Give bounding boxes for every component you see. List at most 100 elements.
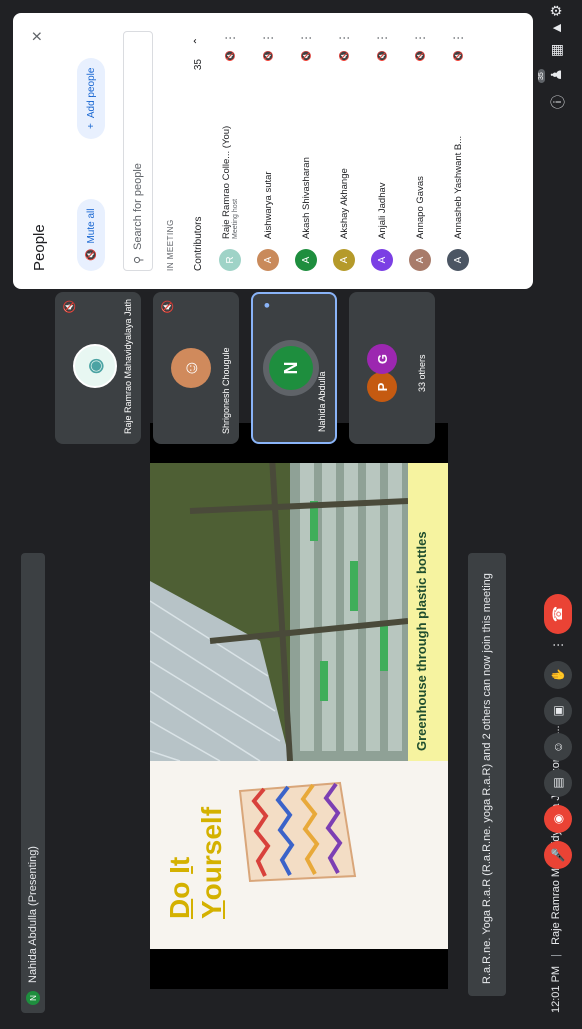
mute-icon: 🔇 (85, 248, 97, 261)
more-icon[interactable]: ⋮ (337, 31, 351, 45)
search-icon: ⚲ (132, 255, 145, 264)
avatar: G (367, 344, 397, 374)
present-button[interactable]: ▣ (544, 697, 572, 725)
info-icon[interactable]: ⓘ (548, 95, 568, 109)
list-item[interactable]: A Annasheb Yashwant B... 🔇 ⋮ (443, 31, 473, 271)
contributors-count: 35 (192, 59, 204, 71)
participant-name: Raje Ramrao Colle... (You) (221, 125, 232, 239)
end-call-icon: ☎ (550, 605, 565, 623)
search-input[interactable]: ⚲ Search for people (123, 31, 153, 271)
join-notification: R.a.R.ne. Yoga R.a.R (R.a.R.ne. yoga R.a… (468, 553, 506, 996)
mic-off-icon: 🔇 (162, 300, 174, 314)
diy-title: Do It Yourself (164, 806, 227, 919)
presentation-slide: Do It Yourself Greenhouse through plasti… (150, 423, 448, 989)
participant-name: Anjali Jadhav (376, 182, 388, 239)
mic-off-icon: 🔇 (376, 50, 387, 62)
slide-letterbox-left (150, 949, 448, 989)
participant-name: Annasheb Yashwant B... (452, 135, 464, 239)
meet-window: N Nahida Abdulla (Presenting) Do It Your… (0, 0, 582, 1029)
close-icon[interactable]: × (27, 31, 48, 42)
panel-title: People (31, 224, 48, 271)
participant-name: Nahida Abdulla (317, 371, 327, 432)
others-tile[interactable]: P G 33 others (349, 292, 435, 444)
participant-role: Meeting host (232, 198, 239, 239)
raise-hand-button[interactable]: ✋ (544, 661, 572, 689)
avatar: A (333, 249, 355, 271)
participant-name: Raje Ramrao Mahavidyalaya Jath (123, 298, 133, 434)
mic-off-icon: 🔇 (64, 300, 76, 314)
list-item[interactable]: A Anjali Jadhav 🔇 ⋮ (367, 31, 397, 271)
participant-tile[interactable]: 🔇 ◉ Raje Ramrao Mahavidyalaya Jath (55, 292, 141, 444)
hand-icon: ✋ (551, 667, 565, 683)
list-item[interactable]: A Akshay Akhange 🔇 ⋮ (329, 31, 359, 271)
avatar: A (257, 249, 279, 271)
mic-off-icon: 🔇 (338, 50, 349, 62)
participant-name: Akshay Akhange (338, 168, 350, 239)
present-icon: ▣ (551, 705, 565, 717)
captions-icon: ▤ (551, 777, 565, 789)
avatar: ☺ (171, 348, 211, 388)
presenter-label: Nahida Abdulla (Presenting) (27, 846, 39, 983)
avatar: A (295, 249, 317, 271)
mic-toggle-button[interactable]: 🎤 (544, 841, 572, 869)
people-panel: People × 🔇 Mute all + Add people ⚲ Searc… (13, 13, 533, 289)
list-item[interactable]: A Akash Shivasharan 🔇 ⋮ (291, 31, 321, 271)
host-controls-icon[interactable]: ⚙ (548, 4, 565, 17)
more-icon[interactable]: ⋮ (223, 31, 237, 45)
list-item[interactable]: R Raje Ramrao Colle... (You) Meeting host… (215, 31, 245, 271)
more-vert-icon: ⋮ (551, 639, 565, 651)
avatar: ◉ (73, 344, 117, 388)
avatar: A (447, 249, 469, 271)
people-icon[interactable]: ♟ (548, 68, 565, 81)
mute-all-button[interactable]: 🔇 Mute all (77, 198, 105, 271)
mic-off-icon: 🔇 (452, 50, 463, 62)
join-notification-text: R.a.R.ne. Yoga R.a.R (R.a.R.ne. yoga R.a… (481, 573, 493, 984)
diy-panel: Do It Yourself (150, 761, 448, 949)
greenhouse-panel: Greenhouse through plastic bottles (150, 423, 448, 761)
leave-call-button[interactable]: ☎ (544, 594, 572, 634)
participant-name: Aishwarya sutar (262, 171, 274, 239)
greenhouse-title: Greenhouse through plastic bottles (414, 531, 429, 751)
mic-off-icon: 🔇 (414, 50, 425, 62)
mic-off-icon: 🔇 (224, 50, 235, 62)
people-count-badge: 35 (538, 69, 545, 83)
avatar: R (219, 249, 241, 271)
camera-off-icon: ◉ (551, 813, 565, 825)
list-item[interactable]: A Annapo Gavas 🔇 ⋮ (405, 31, 435, 271)
participant-name: Annapo Gavas (414, 176, 426, 239)
camera-toggle-button[interactable]: ◉ (544, 805, 572, 833)
avatar: P (367, 372, 397, 402)
contributors-header[interactable]: Contributors 35 ⌃ (185, 31, 211, 271)
more-options-button[interactable]: ⋮ (544, 637, 572, 653)
add-people-button[interactable]: + Add people (77, 57, 105, 139)
emoji-icon: ☺ (551, 740, 565, 754)
presenter-chip: N Nahida Abdulla (Presenting) (21, 553, 45, 1013)
list-item[interactable]: A Aishwarya sutar 🔇 ⋮ (253, 31, 283, 271)
greenhouse-caption: Greenhouse through plastic bottles (408, 423, 448, 761)
more-icon[interactable]: ⋮ (413, 31, 427, 45)
more-icon[interactable]: ⋮ (451, 31, 465, 45)
participant-tile[interactable]: 🔇 ☺ Shrigonesh Chougule (153, 292, 239, 444)
bottom-bar: 12:01 PM | Raje Ramrao Mahavidyalaya Jat… (536, 0, 582, 1029)
speaking-icon: ● (261, 302, 273, 309)
activities-icon[interactable]: ▲ (548, 21, 564, 35)
participant-tile-active[interactable]: ● N Nahida Abdulla (251, 292, 337, 444)
others-count: 33 others (417, 354, 427, 392)
avatar: A (409, 249, 431, 271)
mic-off-icon: 🔇 (300, 50, 311, 62)
reactions-button[interactable]: ☺ (544, 733, 572, 761)
more-icon[interactable]: ⋮ (261, 31, 275, 45)
more-icon[interactable]: ⋮ (299, 31, 313, 45)
mic-off-icon: 🔇 (262, 50, 273, 62)
avatar: A (371, 249, 393, 271)
mic-off-icon: 🎤 (551, 847, 565, 863)
captions-button[interactable]: ▤ (544, 769, 572, 797)
more-icon[interactable]: ⋮ (375, 31, 389, 45)
participant-name: Shrigonesh Chougule (221, 347, 231, 434)
greenhouse-photo (150, 423, 409, 761)
chat-icon[interactable]: ▦ (548, 44, 565, 57)
chevron-up-icon: ⌃ (192, 37, 204, 46)
add-person-icon: + (85, 123, 97, 129)
meeting-time: 12:01 PM (550, 965, 562, 1013)
participant-name: Akash Shivasharan (300, 157, 312, 239)
